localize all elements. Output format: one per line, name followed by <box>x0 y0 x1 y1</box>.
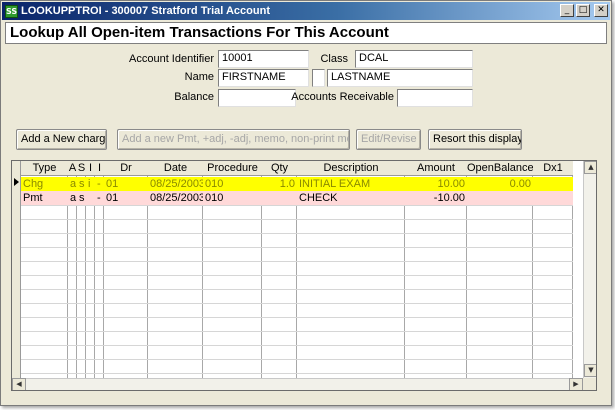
table-cell-qty: 1.0 <box>279 178 295 190</box>
table-cell-date: 08/25/2003 <box>150 178 203 190</box>
add-charge-button[interactable]: Add a New charge <box>16 129 107 150</box>
column-header[interactable]: Qty <box>262 161 297 176</box>
scroll-up-icon[interactable]: ▲ <box>584 161 596 174</box>
column-header[interactable]: OpenBalance <box>467 161 533 176</box>
table-cell-i2: - <box>97 192 101 204</box>
table-cell-description: CHECK <box>299 192 338 204</box>
table-row[interactable]: Pmt a s -01 08/25/2003 010 CHECK -10.00 <box>21 191 573 205</box>
table-cell-open-balance: 0.00 <box>509 178 531 190</box>
table-cell-dr: 01 <box>106 178 119 190</box>
middle-initial-field[interactable] <box>312 69 325 87</box>
column-header[interactable]: Description <box>297 161 405 176</box>
grid-line <box>21 317 573 318</box>
column-header[interactable]: I <box>95 161 104 176</box>
current-row-marker-icon <box>14 178 19 186</box>
table-cell-dx1 <box>533 191 573 205</box>
column-header[interactable]: Procedure <box>203 161 262 176</box>
table-cell-a: a <box>70 192 77 204</box>
grid-line <box>21 359 573 360</box>
account-identifier-label: Account Identifier <box>129 53 214 65</box>
first-name-field[interactable]: FIRSTNAME <box>218 69 309 87</box>
table-cell-amount: 10.00 <box>437 178 465 190</box>
grid-line <box>21 219 573 220</box>
table-cell-description: INITIAL EXAM <box>299 178 371 190</box>
grid-line <box>21 233 573 234</box>
edit-revise-button[interactable]: Edit/Revise <box>356 129 421 150</box>
grid-line <box>21 303 573 304</box>
lookup-window: SS LOOKUPPTROI - 300007 Stratford Trial … <box>0 0 612 406</box>
name-label: Name <box>184 71 214 83</box>
scroll-right-icon[interactable]: ▶ <box>569 378 583 390</box>
table-cell-i1: i <box>88 178 91 190</box>
grid-line <box>21 289 573 290</box>
table-cell-i2: - <box>97 178 101 190</box>
table-row[interactable]: Chg a s i -01 08/25/2003 010 1.0 INITIAL EXAM 10.… <box>21 177 573 191</box>
resort-button[interactable]: Resort this display <box>428 129 522 150</box>
table-cell-dr: 01 <box>106 192 119 204</box>
last-name-field[interactable]: LASTNAME <box>327 69 473 87</box>
table-cell-s: s <box>79 192 85 204</box>
grid-line <box>21 247 573 248</box>
table-cell-qty <box>262 191 297 205</box>
table-cell-type: Chg <box>23 178 44 190</box>
column-header[interactable]: Amount <box>405 161 467 176</box>
table-cell-s: s <box>79 178 85 190</box>
table-cell-open-balance <box>467 191 533 205</box>
header-banner: Lookup All Open-item Transactions For Th… <box>5 22 607 44</box>
table-cell-type: Pmt <box>23 192 43 204</box>
table-cell-dx1 <box>533 177 573 191</box>
app-icon: SS <box>5 4 18 18</box>
table-cell-a: a <box>70 178 77 190</box>
title-bar[interactable]: SS LOOKUPPTROI - 300007 Stratford Trial … <box>2 2 610 20</box>
scrollbar-corner <box>583 378 596 390</box>
class-field[interactable]: DCAL <box>355 50 473 68</box>
balance-field[interactable] <box>218 89 296 107</box>
table-cell-date: 08/25/2003 <box>150 192 203 204</box>
accounts-receivable-label: Accounts Receivable <box>291 91 394 103</box>
grid-line <box>21 373 573 374</box>
table-cell-i1 <box>86 191 95 205</box>
minimize-button[interactable]: _ <box>560 4 574 17</box>
vertical-scrollbar[interactable]: ▲ ▼ <box>583 161 596 378</box>
horizontal-scrollbar[interactable]: ◀ ▶ <box>12 378 583 390</box>
page-title: Lookup All Open-item Transactions For Th… <box>10 24 389 41</box>
column-header[interactable]: S <box>77 161 86 176</box>
account-identifier-field[interactable]: 10001 <box>218 50 309 68</box>
column-header[interactable]: A <box>68 161 77 176</box>
scroll-left-icon[interactable]: ◀ <box>12 378 26 390</box>
grid-line <box>21 275 573 276</box>
window-controls: _ □ ✕ <box>560 4 608 17</box>
table-cell-procedure: 010 <box>205 192 224 204</box>
column-header[interactable]: Date <box>148 161 203 176</box>
class-label: Class <box>320 53 348 65</box>
accounts-receivable-field[interactable] <box>397 89 473 107</box>
window-title: LOOKUPPTROI - 300007 Stratford Trial Acc… <box>21 5 270 17</box>
column-header[interactable]: I <box>86 161 95 176</box>
table-cell-procedure: 010 <box>205 178 224 190</box>
column-header[interactable]: Type <box>21 161 68 176</box>
row-selector-column[interactable] <box>12 161 21 379</box>
close-button[interactable]: ✕ <box>594 4 608 17</box>
maximize-button[interactable]: □ <box>576 4 590 17</box>
column-header[interactable]: Dx1 <box>533 161 573 176</box>
scroll-down-icon[interactable]: ▼ <box>584 364 596 377</box>
grid-line <box>21 261 573 262</box>
transactions-grid[interactable]: Type A S I I Dr Date Procedure Qty Description Amo… <box>11 160 597 391</box>
balance-label: Balance <box>174 91 214 103</box>
grid-line <box>21 345 573 346</box>
column-header[interactable]: Dr <box>104 161 148 176</box>
grid-line <box>21 331 573 332</box>
grid-line <box>21 205 573 206</box>
table-cell-amount: -10.00 <box>433 192 465 204</box>
add-payment-button[interactable]: Add a new Pmt, +adj, -adj, memo, non-pri… <box>117 129 350 150</box>
